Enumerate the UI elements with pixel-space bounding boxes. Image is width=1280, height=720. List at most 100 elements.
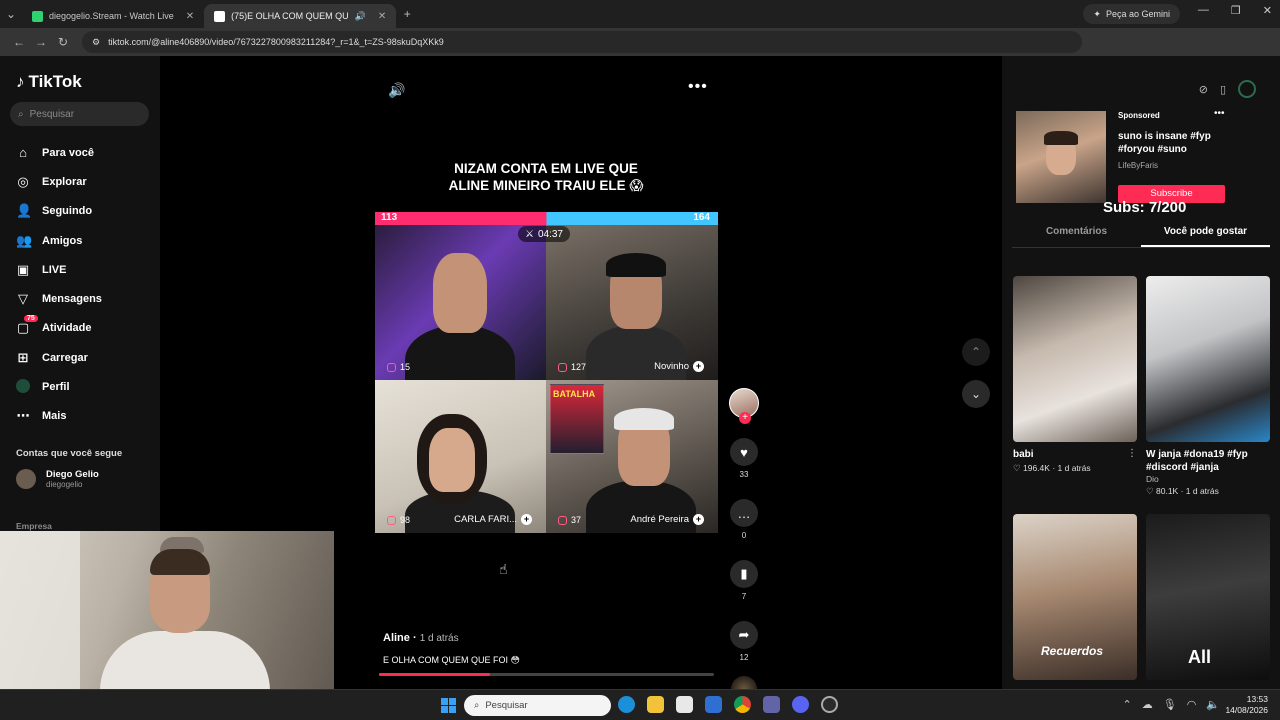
taskbar-search[interactable]: ⌕ Pesquisar [464, 695, 611, 716]
tiktok-logo[interactable]: ♪ TikTok [16, 72, 82, 92]
follow-plus-icon[interactable]: + [521, 514, 532, 525]
viewers-icon [387, 515, 396, 525]
volume-icon[interactable]: 🔈 [1206, 698, 1220, 711]
chevron-up-icon[interactable]: ⌃ [1123, 698, 1132, 711]
recommended-video[interactable]: babi ♡ 196.4K · 1 d atrás ⋮ [1013, 276, 1137, 474]
file-explorer-icon[interactable] [647, 696, 664, 713]
address-bar[interactable]: ⚙ tiktok.com/@aline406890/video/76732278… [82, 31, 1082, 53]
settings-icon[interactable] [821, 696, 838, 713]
browser-tab-2[interactable]: (75)E OLHA COM QUEM QU 🔊 ✕ [204, 4, 397, 28]
tab-comentarios[interactable]: Comentários [1012, 226, 1141, 247]
followed-account[interactable]: Diego Gelio diegogelio [16, 469, 99, 489]
profile-ring-icon[interactable] [1238, 80, 1256, 98]
kick-favicon-icon [32, 10, 43, 22]
video-thumbnail[interactable]: Recuerdos [1013, 514, 1137, 680]
tab-voce-pode-gostar[interactable]: Você pode gostar [1141, 226, 1270, 247]
recommended-video[interactable]: Recuerdos [1013, 514, 1137, 680]
video-thumbnail[interactable] [1146, 276, 1270, 442]
wifi-icon[interactable]: ◠ [1187, 698, 1197, 711]
back-icon[interactable]: ← [8, 35, 30, 49]
forward-icon[interactable]: → [30, 35, 52, 49]
site-info-icon[interactable]: ⚙ [92, 37, 100, 48]
minimize-icon[interactable]: — [1198, 4, 1209, 17]
sidebar-item-amigos[interactable]: 👥 Amigos [16, 226, 102, 255]
sidebar-item-explorar[interactable]: ◎ Explorar [16, 167, 102, 196]
share-button[interactable]: ➦ [730, 621, 758, 649]
video-player[interactable]: 🔊 ••• NIZAM CONTA EM LIVE QUE ALINE MINE… [334, 56, 1002, 702]
new-tab-icon[interactable]: + [396, 7, 418, 21]
ad-author[interactable]: LifeByFaris [1118, 161, 1158, 170]
battle-score-bar: 113 164 [375, 212, 718, 225]
ad-title[interactable]: suno is insane #fyp #foryou #suno [1118, 130, 1228, 156]
mail-icon[interactable] [705, 696, 722, 713]
close-tab-icon[interactable]: ✕ [378, 11, 386, 22]
sidebar-item-para-voce[interactable]: ⌂ Para você [16, 138, 102, 167]
search-placeholder: Pesquisar [29, 108, 75, 120]
tiktok-note-icon: ♪ [16, 72, 25, 91]
ad-thumbnail[interactable] [1016, 111, 1106, 203]
next-video-button[interactable]: ⌄ [962, 380, 990, 408]
edge-icon[interactable] [618, 696, 635, 713]
browser-tab-1[interactable]: diegogelio.Stream - Watch Live ✕ [22, 4, 204, 28]
speaker-tab-icon[interactable]: 🔊 [355, 11, 366, 22]
video-thumbnail[interactable]: All [1146, 514, 1270, 680]
gemini-button[interactable]: ✦ Peça ao Gemini [1083, 4, 1180, 24]
sidebar-item-perfil[interactable]: Perfil [16, 372, 102, 401]
activity-icon: ▢ [16, 320, 30, 336]
volume-icon[interactable]: 🔊 [388, 82, 405, 99]
previous-video-button[interactable]: ⌃ [962, 338, 990, 366]
video-meta: ♡ 196.4K · 1 d atrás [1013, 463, 1091, 473]
person-shirt [586, 480, 696, 533]
discord-icon[interactable] [792, 696, 809, 713]
save-button[interactable]: ▮ [730, 560, 758, 588]
follow-plus-icon[interactable]: + [693, 514, 704, 525]
video-meta: ♡ 80.1K · 1 d atrás [1146, 486, 1219, 496]
empresa-link[interactable]: Empresa [16, 521, 52, 531]
recommended-video[interactable]: All [1146, 514, 1270, 680]
sidebar-item-label: Seguindo [42, 205, 93, 218]
video-progress-bar[interactable] [379, 673, 714, 676]
microphone-icon[interactable]: 🎙 [1163, 698, 1177, 711]
viewer-count-text: 15 [400, 362, 411, 372]
windows-start-icon[interactable] [441, 698, 456, 713]
maximize-icon[interactable]: ❐ [1231, 4, 1241, 17]
tab-list-icon[interactable]: ⌄ [0, 7, 22, 21]
comment-button[interactable]: … [730, 499, 758, 527]
video-thumbnail[interactable] [1013, 276, 1137, 442]
taskbar-clock[interactable]: 13:53 14/08/2026 [1225, 694, 1268, 716]
phone-icon[interactable]: ▯ [1220, 83, 1226, 96]
like-button[interactable]: ♥ [730, 438, 758, 466]
person-face [429, 428, 475, 492]
store-icon[interactable] [676, 696, 693, 713]
ad-more-icon[interactable]: ••• [1214, 108, 1225, 119]
bookmark-icon: ▮ [740, 566, 748, 581]
cell-username-text: CARLA FARI... [454, 514, 517, 525]
explore-tool-icon[interactable]: ⊘ [1199, 83, 1208, 96]
creator-avatar[interactable]: + [729, 388, 759, 424]
sidebar-item-carregar[interactable]: ⊞ Carregar [16, 343, 102, 372]
sidebar-item-seguindo[interactable]: 👤 Seguindo [16, 197, 102, 226]
cloud-icon[interactable]: ☁ [1142, 698, 1153, 711]
video-more-icon[interactable]: ••• [688, 78, 708, 96]
sidebar-item-live[interactable]: ▣ LIVE [16, 255, 102, 284]
video-more-icon[interactable]: ⋮ [1127, 448, 1137, 459]
chrome-icon[interactable] [734, 696, 751, 713]
person-cap [606, 253, 666, 277]
search-input[interactable]: ⌕ Pesquisar [10, 102, 149, 126]
cell-username[interactable]: André Pereira + [630, 514, 704, 525]
video-author[interactable]: Aline · 1 d atrás [383, 632, 459, 644]
sidebar-item-atividade[interactable]: ▢ 75 Atividade [16, 314, 102, 343]
teams-icon[interactable] [763, 696, 780, 713]
cell-username[interactable]: CARLA FARI... + [454, 514, 532, 525]
reload-icon[interactable]: ↻ [52, 35, 74, 49]
cell-username[interactable]: Novinho + [654, 361, 704, 372]
follow-plus-icon[interactable]: + [693, 361, 704, 372]
close-window-icon[interactable]: ✕ [1263, 4, 1272, 17]
viewer-count: 127 [558, 362, 586, 372]
video-user[interactable]: Dio [1146, 474, 1270, 484]
close-tab-icon[interactable]: ✕ [186, 11, 194, 22]
follow-plus-icon[interactable]: + [739, 412, 751, 424]
recommended-video[interactable]: W janja #dona19 #fyp #discord #janja Dio… [1146, 276, 1270, 497]
sidebar-item-mais[interactable]: ⋯ Mais [16, 402, 102, 431]
sidebar-item-mensagens[interactable]: ▽ Mensagens [16, 284, 102, 313]
